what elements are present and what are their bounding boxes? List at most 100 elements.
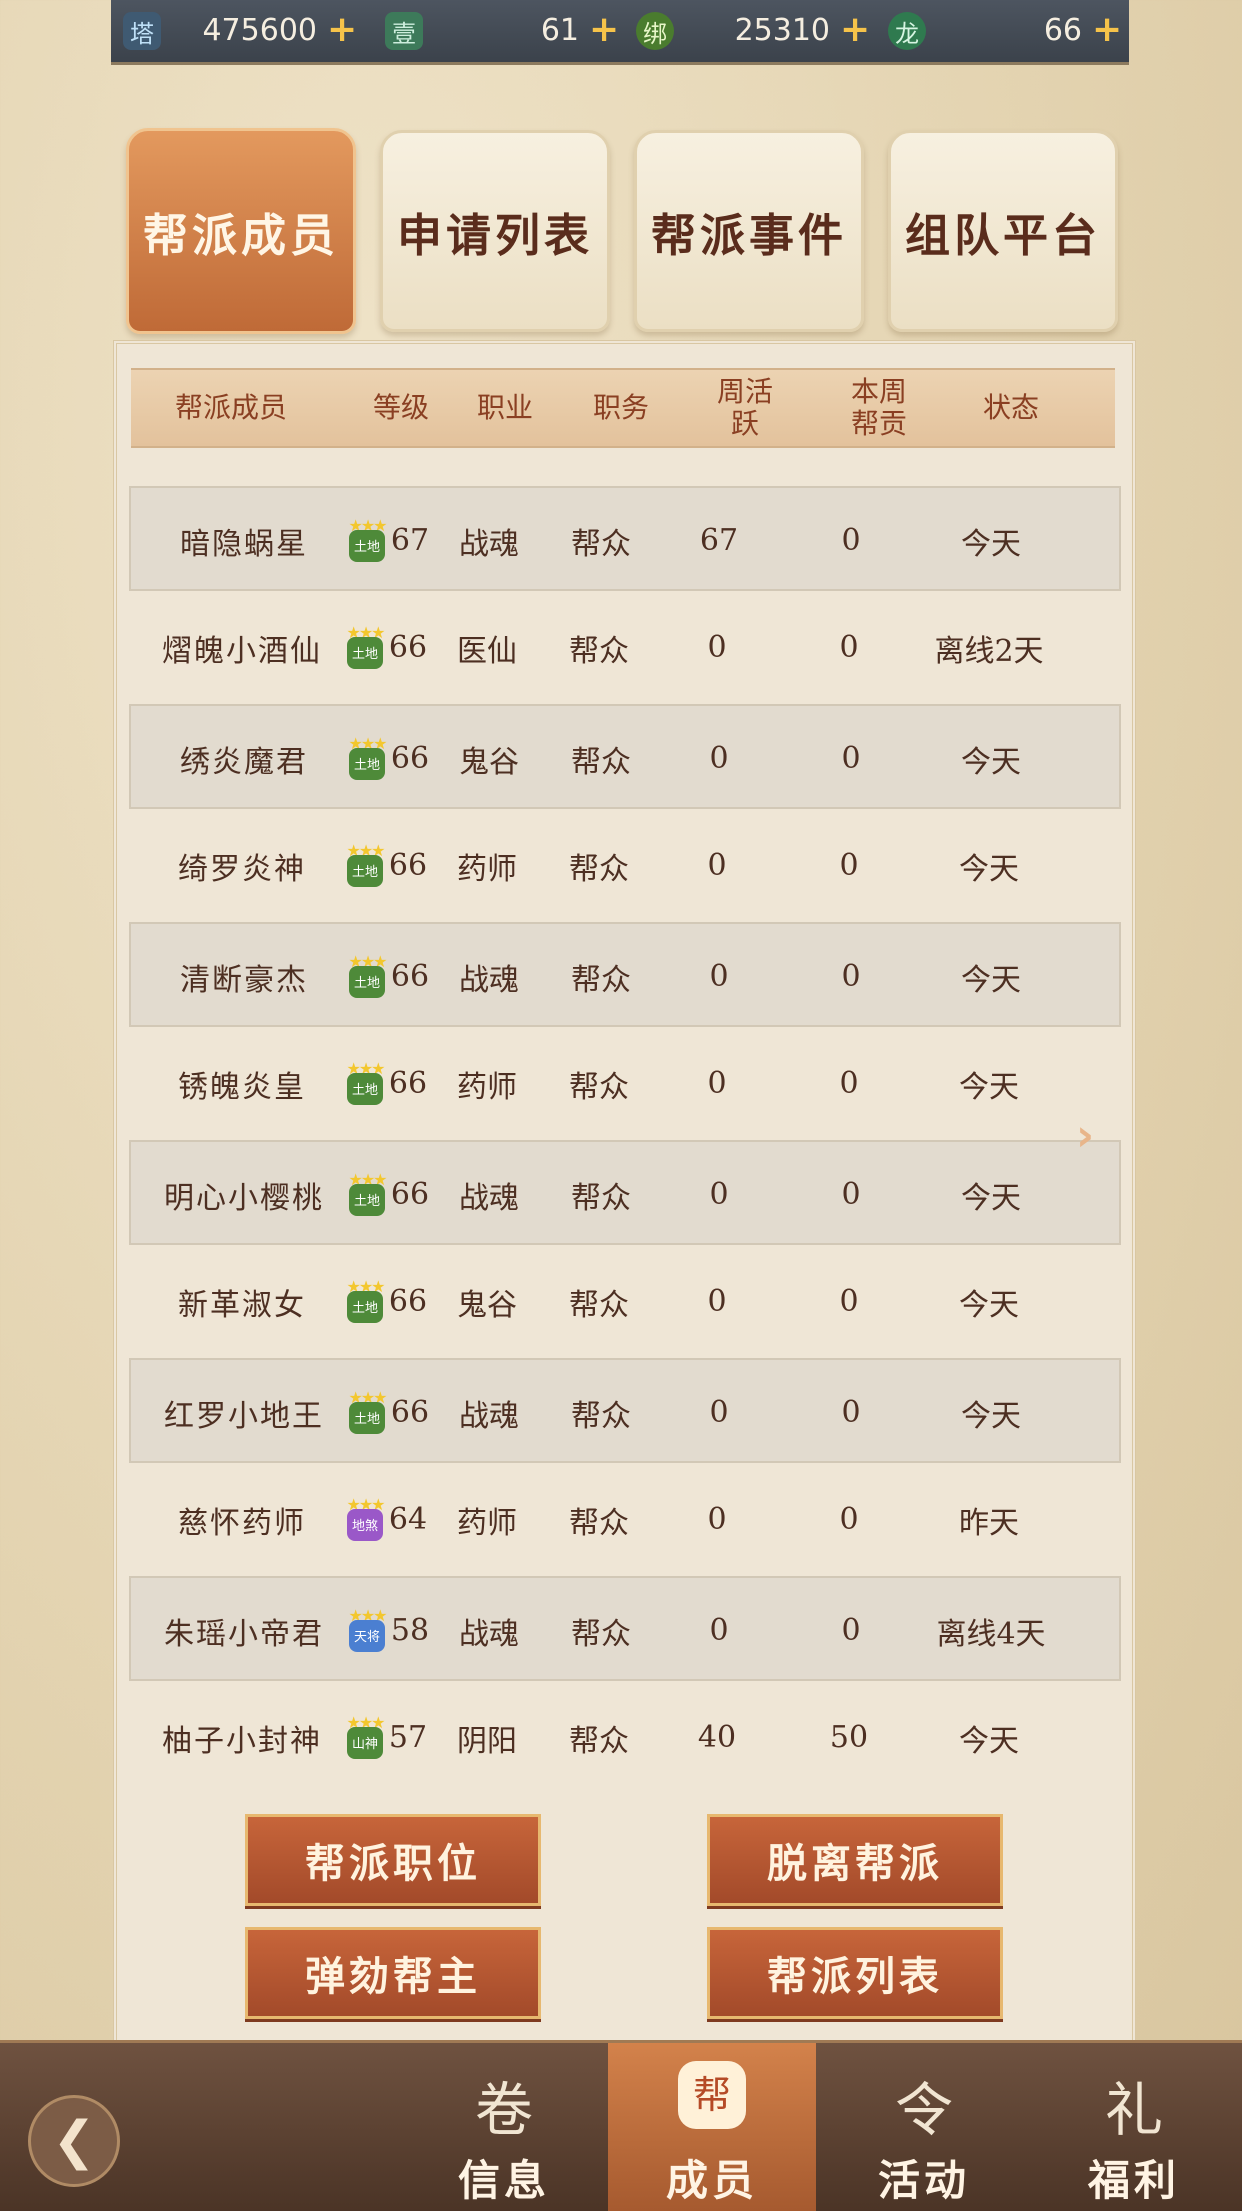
member-name: 新革淑女 xyxy=(178,1287,306,1323)
rank-badge: ★★★ 土地 xyxy=(337,813,393,918)
member-contribution: 0 xyxy=(841,1395,861,1430)
tab-label: 申请列表 xyxy=(396,208,593,262)
rank-badge-icon: ★★★ 山神 xyxy=(342,1713,388,1761)
member-row[interactable]: 绣炎魔君 66 鬼谷 帮众 0 0 今天 ★★★ 土地 xyxy=(129,704,1121,809)
rank-badge-icon: ★★★ 土地 xyxy=(342,1277,388,1325)
member-job: 阴阳 xyxy=(457,1723,517,1759)
header-activity[interactable]: 周活跃 xyxy=(709,370,781,446)
member-job: 鬼谷 xyxy=(457,1287,517,1323)
member-job: 医仙 xyxy=(457,633,517,669)
bound-coin-icon: 绑 xyxy=(636,12,674,50)
member-job: 战魂 xyxy=(459,1616,519,1652)
nav-item-info[interactable]: 卷 信息 xyxy=(400,2043,608,2211)
nav-item-activities[interactable]: 令 活动 xyxy=(820,2043,1028,2211)
nav-label: 信息 xyxy=(457,2156,550,2205)
header-status[interactable]: 状态 xyxy=(961,370,1061,446)
add-currency-button[interactable]: + xyxy=(1092,12,1122,48)
member-job: 战魂 xyxy=(459,1180,519,1216)
member-status: 今天 xyxy=(961,1398,1021,1434)
member-contribution: 0 xyxy=(841,741,861,776)
rank-badge-icon: ★★★ 土地 xyxy=(342,1059,388,1107)
header-position[interactable]: 职务 xyxy=(581,370,661,446)
member-row[interactable]: 明心小樱桃 66 战魂 帮众 0 0 今天 ★★★ 土地 xyxy=(129,1140,1121,1245)
scroll-icon: 卷 xyxy=(474,2076,533,2144)
member-name: 红罗小地王 xyxy=(164,1398,324,1434)
member-row[interactable]: 暗隐蜗星 67 战魂 帮众 67 0 今天 ★★★ 土地 xyxy=(129,486,1121,591)
member-activity: 0 xyxy=(709,1177,729,1212)
member-job: 药师 xyxy=(457,1505,517,1541)
member-row[interactable]: 慈怀药师 64 药师 帮众 0 0 昨天 ★★★ 地煞 xyxy=(129,1467,1121,1572)
member-status: 今天 xyxy=(961,962,1021,998)
button-label: 脱离帮派 xyxy=(767,1840,943,1887)
tab-team-platform[interactable]: 组队平台 xyxy=(888,130,1118,332)
chevron-right-icon[interactable]: › xyxy=(1076,1110,1116,1161)
rank-title: 山神 xyxy=(347,1726,383,1759)
header-job[interactable]: 职业 xyxy=(465,370,545,446)
member-job: 战魂 xyxy=(459,1398,519,1434)
member-row[interactable]: 朱瑶小帝君 58 战魂 帮众 0 0 离线4天 ★★★ 天将 xyxy=(129,1576,1121,1681)
currency-dragon-coin: 龙 66 + xyxy=(876,8,1126,54)
member-activity: 0 xyxy=(709,741,729,776)
table-header: 帮派成员 等级 职业 职务 周活跃 本周帮贡 状态 xyxy=(131,368,1115,448)
tab-application-list[interactable]: 申请列表 xyxy=(380,130,610,332)
add-currency-button[interactable]: + xyxy=(589,12,619,48)
gang-list-button[interactable]: 帮派列表 xyxy=(707,1927,1003,2019)
add-currency-button[interactable]: + xyxy=(840,12,870,48)
activity-scroll-icon: 令 xyxy=(894,2076,953,2144)
member-activity: 0 xyxy=(709,959,729,994)
member-contribution: 50 xyxy=(829,1720,869,1755)
member-row[interactable]: 绮罗炎神 66 药师 帮众 0 0 今天 ★★★ 土地 xyxy=(129,813,1121,918)
rank-badge-icon: ★★★ 土地 xyxy=(344,734,390,782)
add-currency-button[interactable]: + xyxy=(327,12,357,48)
member-row[interactable]: 锈魄炎皇 66 药师 帮众 0 0 今天 ★★★ 土地 xyxy=(129,1031,1121,1136)
nav-item-welfare[interactable]: 礼 福利 xyxy=(1030,2043,1238,2211)
currency-value: 475600 xyxy=(202,13,317,48)
gang-positions-button[interactable]: 帮派职位 xyxy=(245,1814,541,1906)
member-status: 今天 xyxy=(961,526,1021,562)
member-row[interactable]: 柚子小封神 57 阴阳 帮众 40 50 今天 ★★★ 山神 xyxy=(129,1685,1121,1790)
member-activity: 67 xyxy=(699,523,739,558)
rank-badge: ★★★ 土地 xyxy=(337,595,393,700)
member-position: 帮众 xyxy=(571,1180,631,1216)
rank-badge: ★★★ 天将 xyxy=(339,1578,395,1683)
member-name: 绮罗炎神 xyxy=(178,851,306,887)
member-job: 药师 xyxy=(457,851,517,887)
tab-gang-events[interactable]: 帮派事件 xyxy=(634,130,864,332)
gift-icon: 礼 xyxy=(1104,2076,1163,2144)
member-job: 鬼谷 xyxy=(459,744,519,780)
member-row[interactable]: 新革淑女 66 鬼谷 帮众 0 0 今天 ★★★ 土地 xyxy=(129,1249,1121,1354)
member-list[interactable]: 暗隐蜗星 67 战魂 帮众 67 0 今天 ★★★ 土地 熠魄小酒仙 66 医仙 帮众 0 0 离线2天… xyxy=(129,486,1121,1794)
rank-badge-icon: ★★★ 土地 xyxy=(344,516,390,564)
currency-value: 61 xyxy=(540,13,579,48)
member-row[interactable]: 红罗小地王 66 战魂 帮众 0 0 今天 ★★★ 土地 xyxy=(129,1358,1121,1463)
nav-item-members[interactable]: 帮 成员 xyxy=(608,2043,816,2211)
member-activity: 0 xyxy=(707,1502,727,1537)
member-position: 帮众 xyxy=(569,1723,629,1759)
button-label: 弹劾帮主 xyxy=(305,1953,481,2000)
tab-gang-members[interactable]: 帮派成员 xyxy=(126,128,356,334)
rank-badge: ★★★ 土地 xyxy=(337,1031,393,1136)
rank-title: 土地 xyxy=(347,1290,383,1323)
rank-badge-icon: ★★★ 土地 xyxy=(344,1170,390,1218)
impeach-leader-button[interactable]: 弹劾帮主 xyxy=(245,1927,541,2019)
leave-gang-button[interactable]: 脱离帮派 xyxy=(707,1814,1003,1906)
rank-badge-icon: ★★★ 土地 xyxy=(342,623,388,671)
member-row[interactable]: 清断豪杰 66 战魂 帮众 0 0 今天 ★★★ 土地 xyxy=(129,922,1121,1027)
member-position: 帮众 xyxy=(571,1616,631,1652)
member-activity: 0 xyxy=(709,1395,729,1430)
member-position: 帮众 xyxy=(571,1398,631,1434)
rank-badge: ★★★ 土地 xyxy=(339,1360,395,1465)
member-position: 帮众 xyxy=(571,526,631,562)
header-contribution[interactable]: 本周帮贡 xyxy=(843,370,915,446)
header-name[interactable]: 帮派成员 xyxy=(141,370,321,446)
back-button[interactable]: ❮ xyxy=(28,2095,120,2187)
rank-badge-icon: ★★★ 土地 xyxy=(342,841,388,889)
member-name: 清断豪杰 xyxy=(180,962,308,998)
member-status: 今天 xyxy=(959,1723,1019,1759)
rank-badge: ★★★ 山神 xyxy=(337,1685,393,1790)
rank-title: 土地 xyxy=(349,529,385,562)
rank-badge-icon: ★★★ 土地 xyxy=(344,952,390,1000)
header-level[interactable]: 等级 xyxy=(353,370,449,446)
member-row[interactable]: 熠魄小酒仙 66 医仙 帮众 0 0 离线2天 ★★★ 土地 xyxy=(129,595,1121,700)
button-label: 帮派职位 xyxy=(305,1840,481,1887)
